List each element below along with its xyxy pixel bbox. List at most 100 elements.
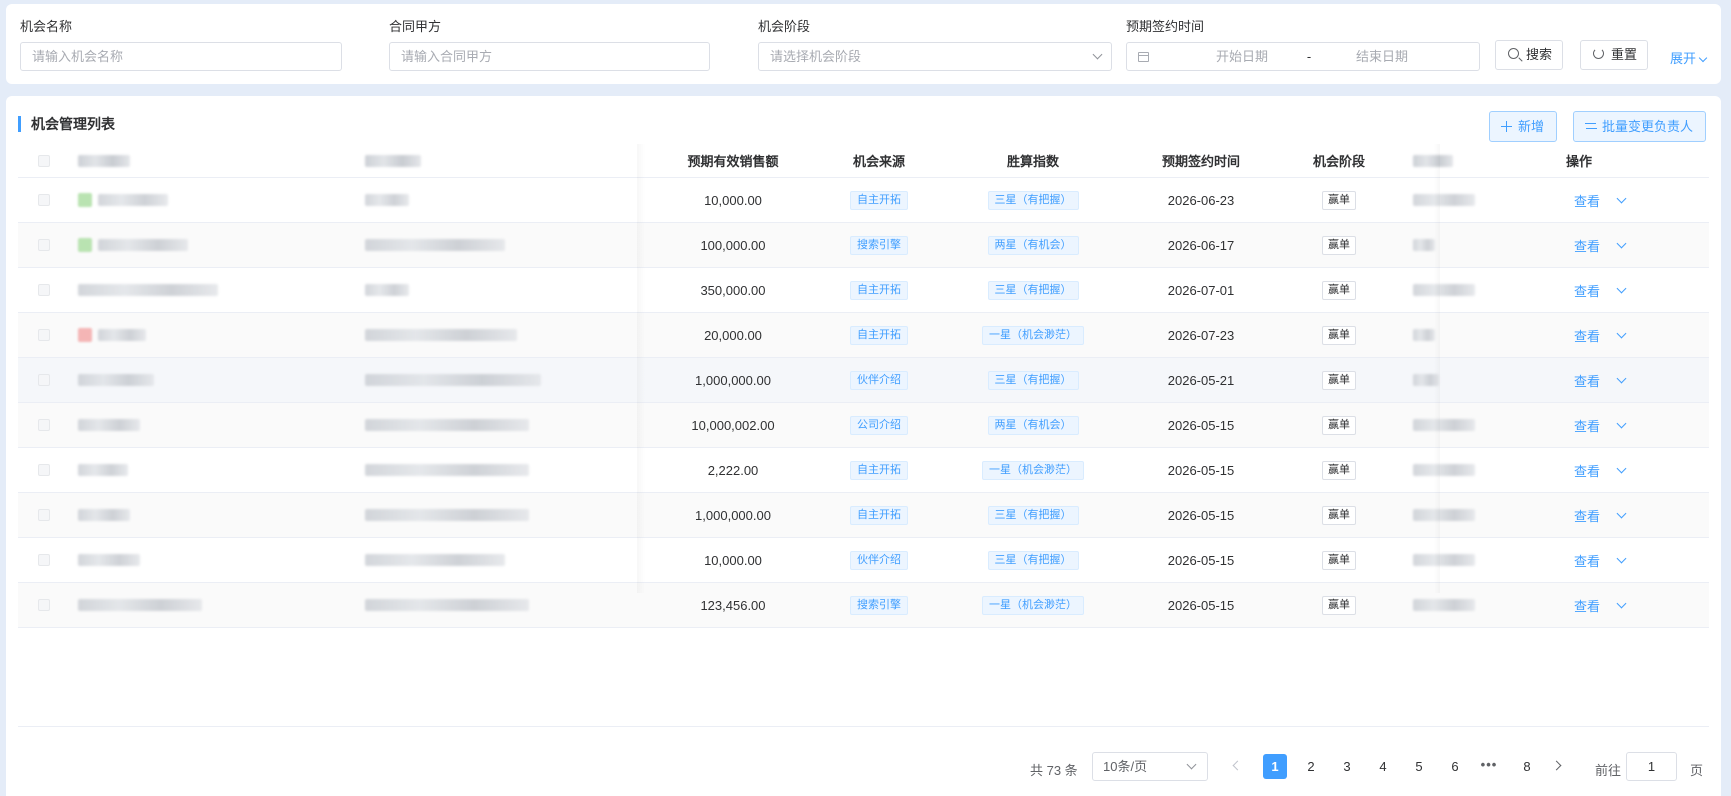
more-actions-chevron-icon[interactable] [1616, 328, 1627, 338]
row-checkbox[interactable] [38, 329, 50, 341]
row-checkbox[interactable] [38, 509, 50, 521]
amount-cell: 100,000.00 [700, 237, 766, 253]
table-row[interactable]: 350,000.00 自主开拓 三星（有把握） 2026-07-01 赢单 查看 [18, 268, 1709, 313]
row-checkbox[interactable] [38, 194, 50, 206]
row-select-cell [18, 313, 78, 357]
more-actions-chevron-icon[interactable] [1616, 283, 1627, 293]
source-cell: 公司介绍 [817, 403, 941, 447]
list-title: 机会管理列表 [18, 116, 115, 132]
page-size-value: 10条/页 [1103, 759, 1148, 774]
win-index-tag: 两星（有机会） [987, 235, 1079, 255]
table-row[interactable]: 10,000.00 自主开拓 三星（有把握） 2026-06-23 赢单 查看 [18, 178, 1709, 223]
view-link[interactable]: 查看 [1574, 371, 1600, 390]
view-link[interactable]: 查看 [1574, 596, 1600, 615]
header-owner-cell [1401, 144, 1556, 177]
more-actions-chevron-icon[interactable] [1616, 598, 1627, 608]
view-link[interactable]: 查看 [1574, 236, 1600, 255]
more-actions-chevron-icon[interactable] [1616, 508, 1627, 518]
more-actions-chevron-icon[interactable] [1616, 463, 1627, 473]
next-page-icon[interactable] [1551, 760, 1562, 771]
row-checkbox[interactable] [38, 239, 50, 251]
view-link[interactable]: 查看 [1574, 416, 1600, 435]
redacted-text [365, 284, 409, 296]
page-5[interactable]: 5 [1407, 754, 1431, 779]
contract-party-input[interactable]: 请输入合同甲方 [389, 42, 710, 71]
table-header: 预期有效销售额 机会来源 胜算指数 预期签约时间 机会阶段 操作 [18, 144, 1709, 178]
source-tag: 伙伴介绍 [850, 550, 908, 570]
table-row[interactable]: 123,456.00 搜索引擎 一星（机会渺茫） 2026-05-15 赢单 查看 [18, 583, 1709, 628]
win-index-cell: 三星（有把握） [941, 268, 1125, 312]
action-cell: 查看 [1556, 358, 1709, 402]
reset-button[interactable]: 重置 [1580, 40, 1649, 70]
view-link[interactable]: 查看 [1574, 191, 1600, 210]
more-actions-chevron-icon[interactable] [1616, 193, 1627, 203]
more-actions-chevron-icon[interactable] [1616, 373, 1627, 383]
view-link[interactable]: 查看 [1574, 281, 1600, 300]
amount-cell: 10,000.00 [704, 192, 762, 208]
redacted-text [98, 329, 146, 341]
stage-cell: 赢单 [1277, 268, 1401, 312]
row-checkbox[interactable] [38, 374, 50, 386]
view-link[interactable]: 查看 [1574, 506, 1600, 525]
page-1[interactable]: 1 [1263, 754, 1287, 779]
page-6[interactable]: 6 [1443, 754, 1467, 779]
goto-page-input[interactable]: 1 [1626, 752, 1677, 781]
win-index-cell: 三星（有把握） [941, 493, 1125, 537]
stage-select[interactable]: 请选择机会阶段 [758, 42, 1112, 71]
win-index-cell: 三星（有把握） [941, 178, 1125, 222]
page-3[interactable]: 3 [1335, 754, 1359, 779]
table-row[interactable]: 10,000.00 伙伴介绍 三星（有把握） 2026-05-15 赢单 查看 [18, 538, 1709, 583]
win-index-tag: 三星（有把握） [987, 190, 1079, 210]
batch-change-owner-label: 批量变更负责人 [1602, 119, 1694, 134]
row-checkbox[interactable] [38, 419, 50, 431]
status-dot-icon [78, 238, 92, 252]
prev-page-icon[interactable] [1232, 760, 1243, 771]
end-date-input[interactable]: 结束日期 [1317, 43, 1447, 70]
stage-tag: 赢单 [1322, 325, 1356, 345]
stage-tag: 赢单 [1322, 280, 1356, 300]
row-checkbox[interactable] [38, 599, 50, 611]
add-button[interactable]: 新增 [1489, 111, 1558, 142]
stage-tag: 赢单 [1322, 235, 1356, 255]
more-actions-chevron-icon[interactable] [1616, 418, 1627, 428]
page-4[interactable]: 4 [1371, 754, 1395, 779]
select-all-checkbox[interactable] [38, 154, 50, 167]
expand-filters-link[interactable]: 展开 [1670, 48, 1708, 67]
stage-tag: 赢单 [1322, 595, 1356, 615]
page-size-select[interactable]: 10条/页 [1092, 752, 1208, 781]
page-8[interactable]: 8 [1515, 754, 1539, 779]
win-index-cell: 三星（有把握） [941, 538, 1125, 582]
search-button[interactable]: 搜索 [1495, 40, 1564, 70]
view-link[interactable]: 查看 [1574, 326, 1600, 345]
source-tag: 搜索引擎 [850, 595, 908, 615]
table-row[interactable]: 20,000.00 自主开拓 一星（机会渺茫） 2026-07-23 赢单 查看 [18, 313, 1709, 358]
filter-party: 合同甲方 请输入合同甲方 [389, 18, 710, 71]
source-cell: 自主开拓 [817, 448, 941, 492]
sign-date-range-picker[interactable]: 开始日期 - 结束日期 [1126, 42, 1480, 71]
table-row[interactable]: 1,000,000.00 自主开拓 三星（有把握） 2026-05-15 赢单 查看 [18, 493, 1709, 538]
row-checkbox[interactable] [38, 284, 50, 296]
more-actions-chevron-icon[interactable] [1616, 238, 1627, 248]
table-row[interactable]: 10,000,002.00 公司介绍 两星（有机会） 2026-05-15 赢单 查看 [18, 403, 1709, 448]
view-link[interactable]: 查看 [1574, 551, 1600, 570]
contract-party-cell [365, 178, 649, 222]
view-link[interactable]: 查看 [1574, 461, 1600, 480]
more-pages-icon[interactable]: ••• [1477, 754, 1501, 776]
table-row[interactable]: 1,000,000.00 伙伴介绍 三星（有把握） 2026-05-21 赢单 查看 [18, 358, 1709, 403]
page-2[interactable]: 2 [1299, 754, 1323, 779]
table-row[interactable]: 100,000.00 搜索引擎 两星（有机会） 2026-06-17 赢单 查看 [18, 223, 1709, 268]
table-row[interactable]: 2,222.00 自主开拓 一星（机会渺茫） 2026-05-15 赢单 查看 [18, 448, 1709, 493]
contract-party-cell [365, 268, 649, 312]
owner-cell [1401, 448, 1556, 492]
redacted-text [365, 554, 505, 566]
row-checkbox[interactable] [38, 464, 50, 476]
row-select-cell [18, 178, 78, 222]
opportunity-name-input[interactable]: 请输入机会名称 [20, 42, 342, 71]
row-checkbox[interactable] [38, 554, 50, 566]
more-actions-chevron-icon[interactable] [1616, 553, 1627, 563]
batch-change-owner-button[interactable]: 批量变更负责人 [1573, 111, 1707, 142]
sign-date-cell: 2026-06-17 [1167, 237, 1235, 253]
redacted-text [1413, 554, 1475, 566]
start-date-input[interactable]: 开始日期 [1187, 43, 1297, 70]
sign-date-cell: 2026-05-15 [1167, 417, 1235, 433]
